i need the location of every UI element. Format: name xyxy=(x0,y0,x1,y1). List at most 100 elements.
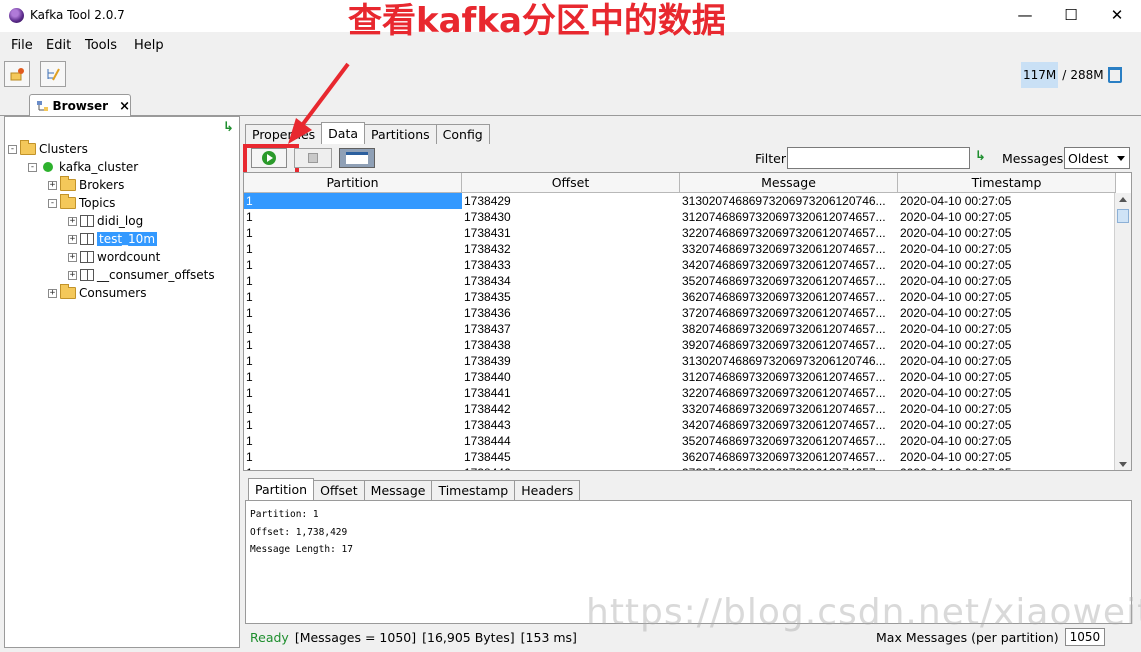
menu-file[interactable]: File xyxy=(11,38,33,53)
tree-node-consumers[interactable]: + Consumers xyxy=(48,284,146,302)
table-row[interactable]: 1 1738433 34207468697320697320612074657...… xyxy=(244,257,1116,273)
cell-partition: 1 xyxy=(246,434,253,448)
scroll-thumb[interactable] xyxy=(1117,209,1129,223)
detail-tab-offset[interactable]: Offset xyxy=(313,480,365,500)
table-row[interactable]: 1 1738441 32207468697320697320612074657...… xyxy=(244,385,1116,401)
cell-partition: 1 xyxy=(246,290,253,304)
cell-timestamp: 2020-04-10 00:27:05 xyxy=(900,290,1012,304)
expand-icon[interactable]: + xyxy=(68,234,77,244)
collapse-icon[interactable]: - xyxy=(48,198,57,208)
column-header-timestamp[interactable]: Timestamp xyxy=(898,173,1116,193)
cell-message: 39207468697320697320612074657... xyxy=(682,338,886,352)
table-row[interactable]: 1 1738430 31207468697320697320612074657...… xyxy=(244,209,1116,225)
column-header-offset[interactable]: Offset xyxy=(462,173,680,193)
add-cluster-button[interactable] xyxy=(4,61,30,87)
edit-tree-icon xyxy=(47,68,60,81)
tree-node-topic[interactable]: + __consumer_offsets xyxy=(68,266,215,284)
trash-icon[interactable] xyxy=(1107,67,1122,83)
table-row[interactable]: 1 1738434 35207468697320697320612074657...… xyxy=(244,273,1116,289)
table-row[interactable]: 1 1738431 32207468697320697320612074657...… xyxy=(244,225,1116,241)
table-row[interactable]: 1 1738440 31207468697320697320612074657...… xyxy=(244,369,1116,385)
expand-icon[interactable]: + xyxy=(48,288,57,298)
cell-offset: 1738431 xyxy=(464,226,511,240)
cell-message: 35207468697320697320612074657... xyxy=(682,274,886,288)
detail-tab-message[interactable]: Message xyxy=(363,480,433,500)
cell-message: 37207468697320697320612074657... xyxy=(680,465,898,470)
cell-offset: 1738434 xyxy=(464,274,511,288)
table-row[interactable]: 1173844637207468697320697320612074657...… xyxy=(244,465,1116,470)
tree-node-clusters[interactable]: - Clusters xyxy=(8,140,88,158)
menu-help[interactable]: Help xyxy=(134,38,164,53)
vertical-scrollbar[interactable] xyxy=(1114,193,1131,470)
table-row[interactable]: 1 1738429 31302074686973206973206120746...… xyxy=(244,193,1116,209)
table-row[interactable]: 1 1738436 37207468697320697320612074657...… xyxy=(244,305,1116,321)
table-row[interactable]: 1 1738438 39207468697320697320612074657...… xyxy=(244,337,1116,353)
collapse-icon[interactable]: - xyxy=(28,162,37,172)
minimize-button[interactable]: — xyxy=(1002,0,1048,30)
cell-offset: 1738441 xyxy=(464,386,511,400)
data-controls: Filter ↳ Messages Oldest xyxy=(242,144,1137,179)
stop-button[interactable] xyxy=(294,148,332,168)
scroll-up-icon[interactable] xyxy=(1119,197,1127,202)
folder-icon xyxy=(60,176,76,191)
expand-icon[interactable]: + xyxy=(48,180,57,190)
tree-node-topics[interactable]: - Topics xyxy=(48,194,115,212)
menu-edit[interactable]: Edit xyxy=(46,38,71,53)
cell-timestamp: 2020-04-10 00:27:05 xyxy=(900,354,1012,368)
memory-indicator: 117M / 288M xyxy=(1017,61,1133,89)
cell-partition: 1 xyxy=(246,386,253,400)
cell-partition: 1 xyxy=(246,402,253,416)
table-row[interactable]: 1 1738445 36207468697320697320612074657...… xyxy=(244,449,1116,465)
cell-timestamp: 2020-04-10 00:27:05 xyxy=(900,338,1012,352)
cell-partition: 1 xyxy=(246,450,253,464)
cluster-tree-panel: ↳ - Clusters - kafka_cluster + Brokers -… xyxy=(4,116,240,648)
table-row[interactable]: 1 1738442 33207468697320697320612074657...… xyxy=(244,401,1116,417)
view-window-button[interactable] xyxy=(339,148,375,168)
cell-timestamp: 2020-04-10 00:27:05 xyxy=(900,322,1012,336)
maximize-button[interactable]: ☐ xyxy=(1048,0,1094,30)
tab-browser[interactable]: Browser × xyxy=(29,94,131,117)
tab-partitions[interactable]: Partitions xyxy=(364,124,437,144)
collapse-icon[interactable]: - xyxy=(8,144,17,154)
messages-order-select[interactable]: Oldest xyxy=(1064,147,1130,169)
table-row[interactable]: 1 1738435 36207468697320697320612074657...… xyxy=(244,289,1116,305)
apply-filter-icon[interactable]: ↳ xyxy=(975,149,986,164)
tree-node-topic[interactable]: + wordcount xyxy=(68,248,160,266)
tree-node-brokers[interactable]: + Brokers xyxy=(48,176,124,194)
column-header-partition[interactable]: Partition xyxy=(244,173,462,193)
table-row[interactable]: 1 1738443 34207468697320697320612074657...… xyxy=(244,417,1116,433)
close-tab-icon[interactable]: × xyxy=(119,99,130,114)
menu-tools[interactable]: Tools xyxy=(85,38,117,53)
tree-node-topic[interactable]: + didi_log xyxy=(68,212,143,230)
memory-separator: / xyxy=(1062,68,1067,82)
chevron-down-icon xyxy=(1117,155,1125,161)
tree-label-topic: wordcount xyxy=(97,250,161,264)
cell-offset: 1738440 xyxy=(464,370,511,384)
cell-message: 34207468697320697320612074657... xyxy=(682,418,886,432)
cell-offset: 1738437 xyxy=(464,322,511,336)
status-ready: Ready xyxy=(250,629,289,645)
tree-node-topic-selected[interactable]: + test_10m xyxy=(68,230,158,248)
expand-icon[interactable]: + xyxy=(68,270,77,280)
detail-tab-timestamp[interactable]: Timestamp xyxy=(431,480,516,500)
cell-partition: 1 xyxy=(246,370,253,384)
memory-total: 288M xyxy=(1070,68,1104,82)
detail-tab-partition[interactable]: Partition xyxy=(248,478,315,500)
tree-node-cluster[interactable]: - kafka_cluster xyxy=(28,158,138,176)
refresh-tree-icon[interactable]: ↳ xyxy=(223,120,234,135)
table-row[interactable]: 1 1738437 38207468697320697320612074657...… xyxy=(244,321,1116,337)
edit-tree-button[interactable] xyxy=(40,61,66,87)
tab-config[interactable]: Config xyxy=(435,124,490,144)
expand-icon[interactable]: + xyxy=(68,216,77,226)
table-row[interactable]: 1 1738439 31302074686973206973206120746...… xyxy=(244,353,1116,369)
cell-timestamp: 2020-04-10 00:27:05 xyxy=(900,242,1012,256)
scroll-down-icon[interactable] xyxy=(1119,462,1127,467)
column-header-message[interactable]: Message xyxy=(680,173,898,193)
cell-message: 37207468697320697320612074657... xyxy=(682,306,886,320)
table-row[interactable]: 1 1738432 33207468697320697320612074657...… xyxy=(244,241,1116,257)
detail-tab-headers[interactable]: Headers xyxy=(514,480,581,500)
close-window-button[interactable]: ✕ xyxy=(1094,0,1140,30)
filter-input[interactable] xyxy=(787,147,970,169)
expand-icon[interactable]: + xyxy=(68,252,77,262)
table-row[interactable]: 1 1738444 35207468697320697320612074657...… xyxy=(244,433,1116,449)
